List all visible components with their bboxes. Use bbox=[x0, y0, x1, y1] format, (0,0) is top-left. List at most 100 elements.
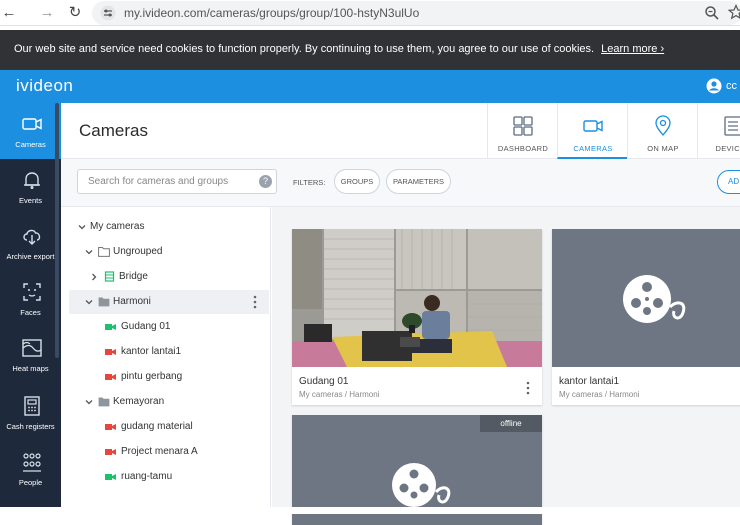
app-header: ivideon cc bbox=[0, 70, 740, 103]
tab-devices[interactable]: DEVICES bbox=[697, 103, 740, 159]
help-icon[interactable]: ? bbox=[259, 175, 272, 188]
tree-label: Harmoni bbox=[113, 296, 151, 307]
camera-tree: My cameras Ungrouped Bridge Harmoni Guda… bbox=[61, 207, 271, 514]
tree-label: kantor lantai1 bbox=[121, 346, 182, 357]
ivideon-logo[interactable]: ivideon bbox=[16, 76, 73, 96]
chevron-down-icon[interactable] bbox=[84, 297, 94, 307]
tree-label: Bridge bbox=[119, 271, 148, 282]
parameters-filter-chip[interactable]: PARAMETERS bbox=[386, 169, 451, 194]
face-icon bbox=[23, 283, 41, 301]
camera-online-icon bbox=[105, 474, 116, 480]
tree-row-camera[interactable]: Project menara A bbox=[69, 440, 269, 464]
camera-offline-icon bbox=[105, 424, 116, 430]
tab-dashboard[interactable]: DASHBOARD bbox=[487, 103, 557, 159]
tree-row-kemayoran[interactable]: Kemayoran bbox=[69, 390, 269, 414]
camera-icon bbox=[22, 118, 42, 130]
dashboard-icon bbox=[513, 116, 533, 136]
tree-row-camera[interactable]: ruang-tamu bbox=[69, 465, 269, 489]
more-vertical-icon[interactable] bbox=[253, 295, 257, 309]
people-icon bbox=[23, 453, 41, 472]
zoom-icon[interactable] bbox=[704, 5, 720, 21]
camera-icon bbox=[583, 120, 603, 132]
chevron-down-icon[interactable] bbox=[84, 247, 94, 257]
tab-label: DASHBOARD bbox=[497, 144, 549, 153]
chevron-down-icon[interactable] bbox=[77, 222, 87, 232]
nav-label: Cameras bbox=[15, 140, 46, 149]
nav-label: Events bbox=[19, 196, 42, 205]
learn-more-link[interactable]: Learn more › bbox=[601, 43, 664, 55]
tree-row-camera[interactable]: pintu gerbang bbox=[69, 365, 269, 389]
tree-row-camera[interactable]: kantor lantai1 bbox=[69, 340, 269, 364]
heatmap-icon bbox=[22, 339, 42, 357]
tree-label: Project menara A bbox=[121, 446, 198, 457]
url-text[interactable]: my.ivideon.com/cameras/groups/group/100-… bbox=[124, 6, 419, 20]
groups-filter-chip[interactable]: GROUPS bbox=[334, 169, 380, 194]
nav-label: Faces bbox=[20, 308, 41, 317]
chevron-down-icon[interactable] bbox=[84, 397, 94, 407]
cloud-download-icon bbox=[23, 229, 41, 245]
camera-offline-icon bbox=[105, 349, 116, 355]
add-camera-button[interactable]: AD bbox=[717, 170, 740, 194]
forward-icon[interactable]: → bbox=[38, 4, 56, 22]
tab-on-map[interactable]: ON MAP bbox=[627, 103, 697, 159]
browser-toolbar: ← → ↻ my.ivideon.com/cameras/groups/grou… bbox=[0, 0, 740, 26]
camera-offline-icon bbox=[105, 449, 116, 455]
camera-snapshot[interactable] bbox=[292, 229, 542, 367]
tab-label: ON MAP bbox=[647, 144, 679, 153]
nav-label: Archive export bbox=[6, 252, 55, 261]
tree-row-bridge[interactable]: Bridge bbox=[69, 265, 269, 289]
filter-bar: ? FILTERS: GROUPS PARAMETERS AD bbox=[61, 159, 740, 207]
bookmark-star-icon[interactable] bbox=[728, 4, 740, 20]
tree-label: pintu gerbang bbox=[121, 371, 183, 382]
nav-cameras[interactable]: Cameras bbox=[0, 103, 61, 159]
camera-card[interactable]: Gudang 01 My cameras / Harmoni bbox=[292, 229, 542, 405]
search-input[interactable] bbox=[86, 175, 256, 188]
page-title: Cameras bbox=[79, 121, 148, 140]
user-name[interactable]: cc bbox=[726, 80, 737, 92]
nav-label: Heat maps bbox=[12, 364, 49, 373]
address-bar[interactable]: my.ivideon.com/cameras/groups/group/100-… bbox=[92, 1, 740, 25]
tree-label: Ungrouped bbox=[113, 246, 163, 257]
chevron-right-icon[interactable] bbox=[89, 272, 99, 282]
reload-icon[interactable]: ↻ bbox=[66, 4, 84, 22]
nav-label: People bbox=[18, 478, 43, 487]
folder-icon bbox=[98, 397, 110, 407]
offline-badge: offline bbox=[480, 415, 542, 432]
tree-label: My cameras bbox=[90, 221, 145, 232]
tree-label: Kemayoran bbox=[113, 396, 165, 407]
tree-row-ungrouped[interactable]: Ungrouped bbox=[69, 240, 269, 264]
camera-name[interactable]: Gudang 01 bbox=[299, 376, 349, 387]
user-icon[interactable] bbox=[706, 78, 722, 94]
camera-offline-icon bbox=[105, 374, 116, 380]
cookie-banner: Our web site and service need cookies to… bbox=[0, 30, 740, 70]
folder-outline-icon bbox=[98, 247, 110, 257]
nav-heat-maps[interactable]: Heat maps bbox=[0, 327, 61, 383]
tab-cameras[interactable]: CAMERAS bbox=[557, 103, 627, 159]
tree-row-my-cameras[interactable]: My cameras bbox=[69, 215, 269, 239]
sidebar-scrollbar[interactable] bbox=[55, 103, 59, 358]
camera-path: My cameras / Harmoni bbox=[559, 390, 640, 399]
tree-label: ruang-tamu bbox=[121, 471, 173, 482]
nav-label: Cash registers bbox=[6, 422, 55, 431]
bell-icon bbox=[24, 172, 40, 189]
tree-row-harmoni[interactable]: Harmoni bbox=[69, 290, 269, 314]
camera-grid: Gudang 01 My cameras / Harmoni kantor la… bbox=[272, 207, 740, 525]
camera-card[interactable]: kantor lantai1 My cameras / Harmoni bbox=[552, 229, 740, 405]
search-box[interactable]: ? bbox=[77, 169, 277, 194]
nvr-device-icon bbox=[104, 271, 115, 282]
back-icon[interactable]: ← bbox=[0, 4, 18, 22]
more-vertical-icon[interactable] bbox=[526, 381, 530, 395]
nav-faces[interactable]: Faces bbox=[0, 271, 61, 327]
tree-row-camera[interactable]: Gudang 01 bbox=[69, 315, 269, 339]
device-icon bbox=[724, 116, 740, 136]
camera-placeholder[interactable] bbox=[552, 229, 740, 367]
nav-events[interactable]: Events bbox=[0, 159, 61, 215]
nav-people[interactable]: People bbox=[0, 441, 61, 497]
camera-path: My cameras / Harmoni bbox=[299, 390, 380, 399]
tab-label: DEVICES bbox=[715, 144, 740, 153]
nav-cash-registers[interactable]: Cash registers bbox=[0, 385, 61, 441]
camera-name[interactable]: kantor lantai1 bbox=[559, 376, 619, 387]
site-settings-icon[interactable] bbox=[100, 5, 116, 21]
nav-archive-export[interactable]: Archive export bbox=[0, 215, 61, 271]
tree-row-camera[interactable]: gudang material bbox=[69, 415, 269, 439]
